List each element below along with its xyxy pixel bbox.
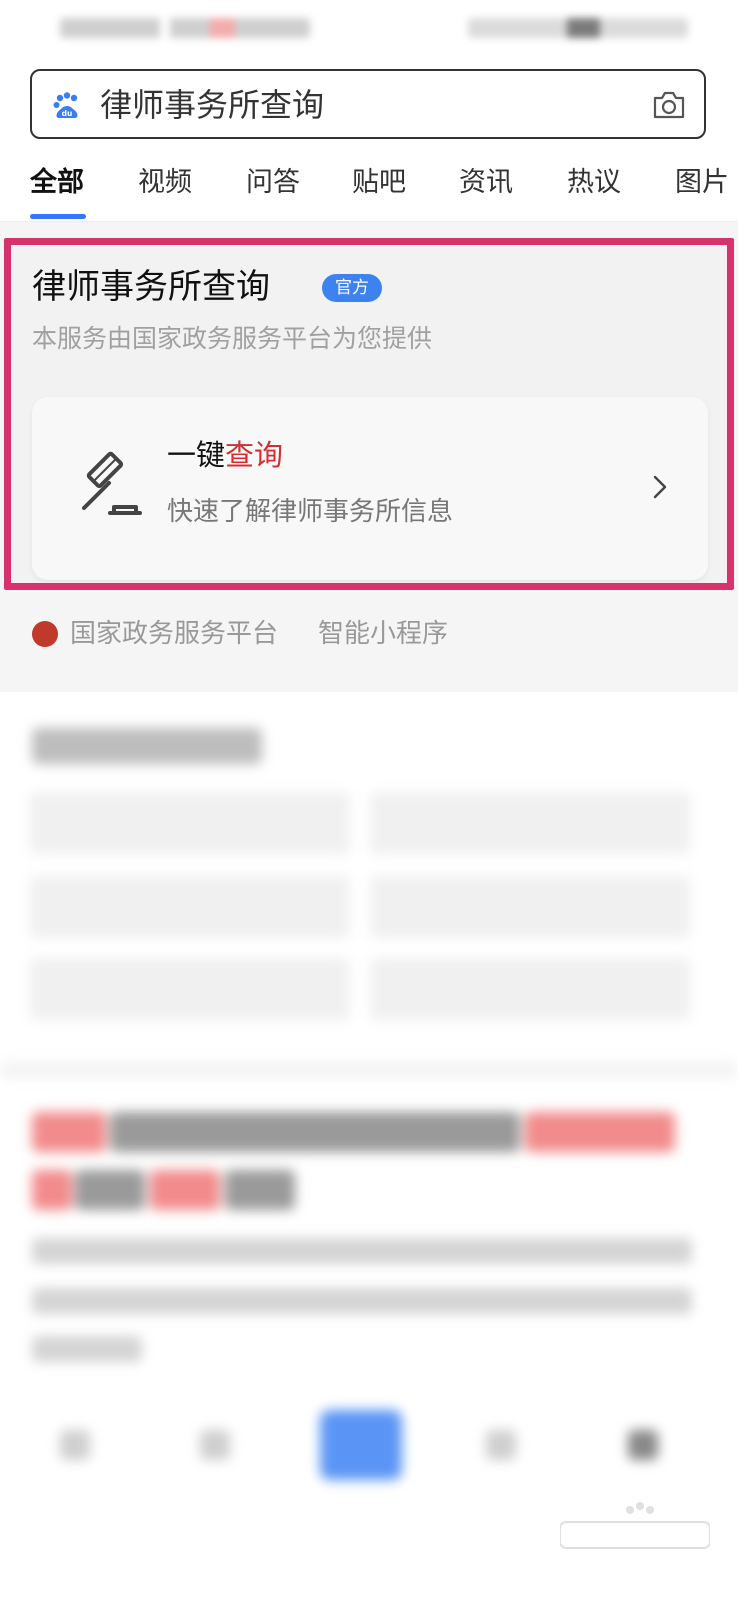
source-type: 智能小程序 xyxy=(318,619,449,649)
tab-hot[interactable]: 热议 xyxy=(567,166,621,200)
card-title[interactable]: 律师事务所查询 xyxy=(32,266,270,308)
blurred-content xyxy=(0,692,738,1600)
blurred-heading xyxy=(32,728,262,764)
blurred-line xyxy=(32,1336,142,1362)
blurred-chip xyxy=(30,958,350,1020)
blurred-title xyxy=(32,1170,72,1210)
official-badge: 官方 xyxy=(322,274,382,302)
blurred-nav-icon xyxy=(486,1430,516,1460)
tab-tieba[interactable]: 贴吧 xyxy=(352,166,406,200)
tab-images[interactable]: 图片 xyxy=(675,166,729,200)
watermark-logo xyxy=(560,1502,710,1549)
card-subtitle: 本服务由国家政务服务平台为您提供 xyxy=(32,324,433,353)
one-click-query-button[interactable]: 一键查询 快速了解律师事务所信息 xyxy=(32,397,708,580)
blurred-title xyxy=(32,1112,106,1152)
tab-video[interactable]: 视频 xyxy=(138,166,192,200)
blurred-divider xyxy=(0,1062,738,1078)
status-bar-right xyxy=(468,18,688,38)
blurred-line xyxy=(32,1238,692,1264)
blurred-chip xyxy=(370,792,690,854)
tab-qa[interactable]: 问答 xyxy=(246,166,300,200)
status-bar xyxy=(0,0,738,56)
baidu-paw-icon: du xyxy=(53,92,78,118)
status-bar-left xyxy=(60,18,310,38)
chevron-right-icon xyxy=(653,475,667,499)
blurred-title xyxy=(150,1170,220,1210)
blurred-title xyxy=(75,1170,145,1210)
blurred-chip xyxy=(370,876,690,938)
tab-news[interactable]: 资讯 xyxy=(459,166,513,200)
blurred-nav-icon xyxy=(628,1430,658,1460)
gavel-icon xyxy=(82,451,142,515)
active-tab-indicator xyxy=(30,214,86,219)
blurred-line xyxy=(32,1288,692,1314)
tab-all[interactable]: 全部 xyxy=(30,166,84,200)
search-box[interactable]: du 律师事务所查询 xyxy=(30,69,706,139)
blurred-nav-icon xyxy=(200,1430,230,1460)
blurred-chip xyxy=(30,876,350,938)
action-subtitle: 快速了解律师事务所信息 xyxy=(167,497,454,527)
blurred-title xyxy=(110,1112,520,1152)
blurred-title xyxy=(525,1112,675,1152)
camera-icon[interactable] xyxy=(652,89,686,121)
blurred-title xyxy=(225,1170,295,1210)
search-input[interactable]: 律师事务所查询 xyxy=(100,85,324,125)
source-name: 国家政务服务平台 xyxy=(70,619,279,649)
blurred-home-button xyxy=(320,1410,402,1480)
keyword-highlight: 查询 xyxy=(225,438,284,472)
blurred-chip xyxy=(30,792,350,854)
blurred-nav-icon xyxy=(60,1430,90,1460)
action-title: 一键查询 xyxy=(167,438,284,472)
national-emblem-icon xyxy=(32,621,58,647)
blurred-chip xyxy=(370,958,690,1020)
tab-bar: 全部 视频 问答 贴吧 资讯 热议 图片 xyxy=(0,160,738,222)
svg-text:du: du xyxy=(62,109,73,118)
